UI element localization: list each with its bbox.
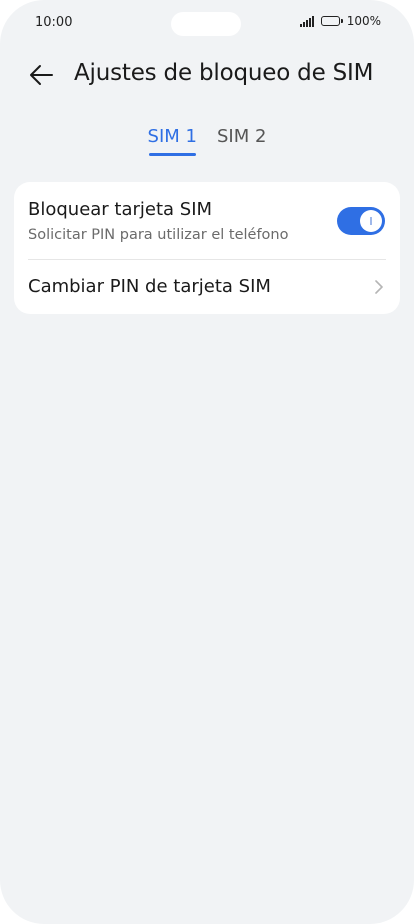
lock-sim-title: Bloquear tarjeta SIM: [28, 199, 213, 220]
settings-card: Bloquear tarjeta SIM Solicitar PIN para …: [14, 182, 400, 314]
tab-sim-2[interactable]: SIM 2: [215, 124, 268, 154]
arrow-left-icon: [30, 65, 53, 85]
status-time: 10:00: [35, 15, 73, 30]
toggle-knob: [360, 210, 382, 232]
tab-label: SIM 1: [147, 126, 197, 147]
lock-sim-toggle[interactable]: [337, 207, 385, 235]
camera-cutout: [171, 12, 241, 36]
sim-tabs: SIM 1 SIM 2: [0, 124, 414, 164]
back-button[interactable]: [24, 58, 58, 92]
page-title: Ajustes de bloqueo de SIM: [74, 60, 374, 86]
change-pin-title: Cambiar PIN de tarjeta SIM: [28, 276, 271, 297]
status-bar: 10:00 100%: [0, 0, 414, 46]
tab-active-indicator: [148, 153, 196, 156]
battery-percentage: 100%: [346, 14, 381, 28]
battery-icon: [320, 16, 343, 26]
status-indicators: 100%: [299, 14, 381, 28]
change-pin-row[interactable]: Cambiar PIN de tarjeta SIM: [14, 260, 400, 314]
tab-label: SIM 2: [217, 126, 267, 147]
phone-screen: 10:00 100% Ajustes de bloqueo de SIM SIM…: [0, 0, 414, 924]
signal-icon: [299, 15, 314, 27]
header: Ajustes de bloqueo de SIM: [0, 52, 414, 96]
tab-sim-1[interactable]: SIM 1: [146, 124, 199, 156]
chevron-right-icon: [375, 280, 383, 294]
lock-sim-subtitle: Solicitar PIN para utilizar el teléfono: [28, 227, 289, 243]
lock-sim-row[interactable]: Bloquear tarjeta SIM Solicitar PIN para …: [14, 182, 400, 259]
